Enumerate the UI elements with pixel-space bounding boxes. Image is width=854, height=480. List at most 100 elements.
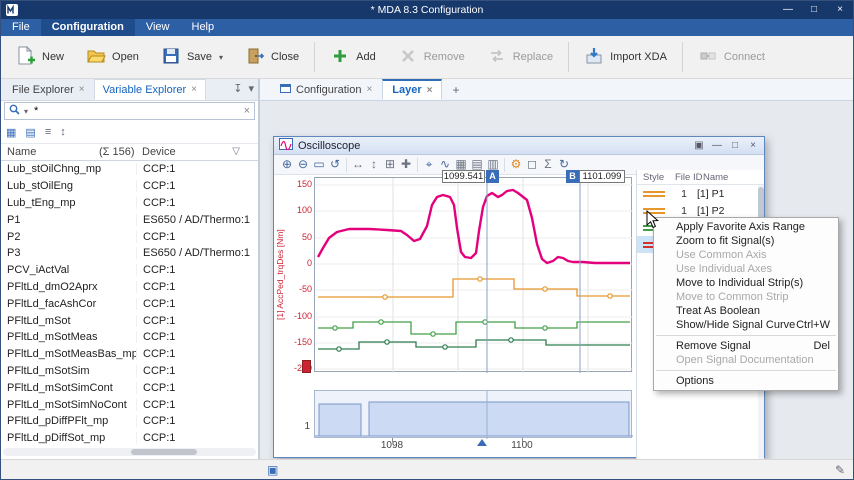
- tab-variable-explorer[interactable]: Variable Explorer ×: [94, 79, 206, 100]
- variable-row[interactable]: P3ES650 / AD/Thermo:1: [1, 245, 258, 262]
- column-name[interactable]: Name: [7, 146, 36, 158]
- save-button[interactable]: Save ▾: [150, 39, 234, 75]
- close-window-icon[interactable]: ×: [745, 138, 761, 153]
- variable-row[interactable]: P1ES650 / AD/Thermo:1: [1, 211, 258, 228]
- column-device[interactable]: Device: [142, 146, 176, 158]
- tab-close-icon[interactable]: ×: [366, 84, 372, 95]
- menu-item-move-to-individual-strips[interactable]: Move to Individual Strip(s): [654, 276, 838, 290]
- menu-item-apply-favorite-axis-range[interactable]: Apply Favorite Axis Range: [654, 220, 838, 234]
- scrollbar-thumb[interactable]: [131, 449, 197, 455]
- variable-row[interactable]: Lub_tEng_mpCCP:1: [1, 195, 258, 212]
- signal-row[interactable]: 1 [1] P1: [637, 185, 764, 202]
- variable-row[interactable]: P2CCP:1: [1, 228, 258, 245]
- background-icon[interactable]: ◻: [524, 155, 540, 174]
- horizontal-scrollbar[interactable]: [3, 448, 256, 456]
- menu-item-show-hide-signal-curve[interactable]: Show/Hide Signal CurveCtrl+W: [654, 318, 838, 332]
- y-tick: -150: [286, 337, 312, 347]
- sort-icon[interactable]: ↕: [60, 126, 66, 138]
- variable-row[interactable]: PFltLd_facAshCorCCP:1: [1, 295, 258, 312]
- close-config-icon: [245, 46, 265, 69]
- variable-search-box[interactable]: ▾ ×: [4, 102, 255, 120]
- close-button[interactable]: ×: [827, 1, 853, 19]
- variable-row[interactable]: PFltLd_mSotMeasBas_mpCCP:1: [1, 346, 258, 363]
- search-input[interactable]: [32, 104, 240, 118]
- menu-view[interactable]: View: [135, 19, 181, 36]
- menu-item-remove-signal[interactable]: Remove SignalDel: [654, 339, 838, 353]
- cursor-b-marker[interactable]: B: [566, 170, 579, 183]
- tab-close-icon[interactable]: ×: [427, 85, 433, 96]
- statistics-icon[interactable]: Σ: [540, 155, 556, 174]
- variable-row[interactable]: PFltLd_mSotSimNoContCCP:1: [1, 396, 258, 413]
- menu-separator: [656, 370, 836, 371]
- layer-status-icon[interactable]: ▣: [267, 463, 278, 477]
- add-button[interactable]: Add: [319, 39, 387, 75]
- pan-icon[interactable]: ✚: [398, 155, 414, 174]
- menu-configuration[interactable]: Configuration: [41, 19, 135, 36]
- view-list-icon[interactable]: ▤: [25, 126, 35, 139]
- signal-style-swatch: [637, 189, 671, 199]
- cursor-a-marker[interactable]: A: [486, 170, 499, 183]
- menu-file[interactable]: File: [1, 19, 41, 36]
- zoom-out-icon[interactable]: ⊖: [295, 155, 311, 174]
- menu-help[interactable]: Help: [181, 19, 226, 36]
- remove-icon: [398, 46, 418, 69]
- menu-item-options[interactable]: Options: [654, 374, 838, 388]
- tab-layer[interactable]: Layer ×: [382, 79, 442, 100]
- oscilloscope-titlebar[interactable]: Oscilloscope ▣ — □ ×: [274, 137, 764, 155]
- variable-row[interactable]: PFltLd_pDiffSot_mpCCP:1: [1, 430, 258, 447]
- import-xda-button[interactable]: Import XDA: [573, 39, 678, 75]
- settings-gear-icon[interactable]: ⚙: [508, 155, 524, 174]
- search-dropdown-icon[interactable]: ▾: [24, 107, 28, 116]
- fit-height-icon[interactable]: ↕: [366, 155, 382, 174]
- tab-close-icon[interactable]: ×: [191, 84, 197, 95]
- tab-file-explorer[interactable]: File Explorer ×: [3, 79, 94, 100]
- tab-close-icon[interactable]: ×: [79, 84, 85, 95]
- maximize-window-icon[interactable]: □: [727, 138, 743, 153]
- pin-icon[interactable]: ↧: [233, 82, 242, 95]
- tab-configuration[interactable]: Configuration ×: [270, 79, 382, 100]
- new-tab-button[interactable]: +: [448, 80, 463, 100]
- variable-row[interactable]: PCV_iActValCCP:1: [1, 262, 258, 279]
- toolbar-separator: [314, 42, 315, 72]
- zoom-undo-icon[interactable]: ↺: [327, 155, 343, 174]
- menubar: File Configuration View Help: [1, 19, 853, 36]
- boolean-strip[interactable]: [314, 390, 632, 438]
- signal-plot[interactable]: [314, 177, 632, 372]
- fit-all-icon[interactable]: ⊞: [382, 155, 398, 174]
- variable-row[interactable]: PFltLd_mSotMeasCCP:1: [1, 329, 258, 346]
- panel-menu-icon[interactable]: ▾: [248, 82, 254, 95]
- variable-row[interactable]: PFltLd_pDiffPFlt_mpCCP:1: [1, 413, 258, 430]
- zoom-region-icon[interactable]: ▭: [311, 155, 327, 174]
- open-button[interactable]: Open: [75, 39, 150, 75]
- search-clear-icon[interactable]: ×: [244, 105, 250, 117]
- variable-row[interactable]: PFltLd_dmO2AprxCCP:1: [1, 279, 258, 296]
- menu-item-treat-as-boolean[interactable]: Treat As Boolean: [654, 304, 838, 318]
- view-grid-icon[interactable]: ▦: [6, 126, 16, 139]
- flat-list-icon[interactable]: ≡: [45, 126, 51, 138]
- import-xda-icon: [584, 46, 604, 69]
- variable-row[interactable]: PFltLd_mSotSimContCCP:1: [1, 379, 258, 396]
- search-icon: [9, 104, 20, 118]
- fit-width-icon[interactable]: ↔: [350, 155, 366, 174]
- minimize-button[interactable]: —: [775, 1, 801, 19]
- axis-strip-handle[interactable]: [302, 360, 311, 373]
- minimize-window-icon[interactable]: —: [709, 138, 725, 153]
- filter-icon[interactable]: ▽: [232, 146, 240, 157]
- variable-row[interactable]: Lub_stOilChng_mpCCP:1: [1, 161, 258, 178]
- close-config-button[interactable]: Close: [234, 39, 310, 75]
- main-toolbar: New Open Save ▾ Close Add Remove Replace: [1, 36, 853, 79]
- new-button[interactable]: New: [5, 39, 75, 75]
- edit-pencil-icon[interactable]: ✎: [835, 463, 845, 477]
- maximize-button[interactable]: □: [801, 1, 827, 19]
- mda-window: * MDA 8.3 Configuration — □ × File Confi…: [0, 0, 854, 480]
- save-dropdown-icon[interactable]: ▾: [219, 53, 223, 62]
- variable-row[interactable]: PFltLd_mSotCCP:1: [1, 312, 258, 329]
- y-tick: 0: [286, 258, 312, 268]
- cursor-a-strip-marker[interactable]: [477, 439, 487, 446]
- zoom-in-icon[interactable]: ⊕: [279, 155, 295, 174]
- cursor-tool-icon[interactable]: ⌖: [421, 155, 437, 174]
- variable-row[interactable]: Lub_stOilEngCCP:1: [1, 178, 258, 195]
- menu-item-zoom-to-fit-signals[interactable]: Zoom to fit Signal(s): [654, 234, 838, 248]
- float-window-icon[interactable]: ▣: [691, 138, 707, 153]
- variable-row[interactable]: PFltLd_mSotSimCCP:1: [1, 363, 258, 380]
